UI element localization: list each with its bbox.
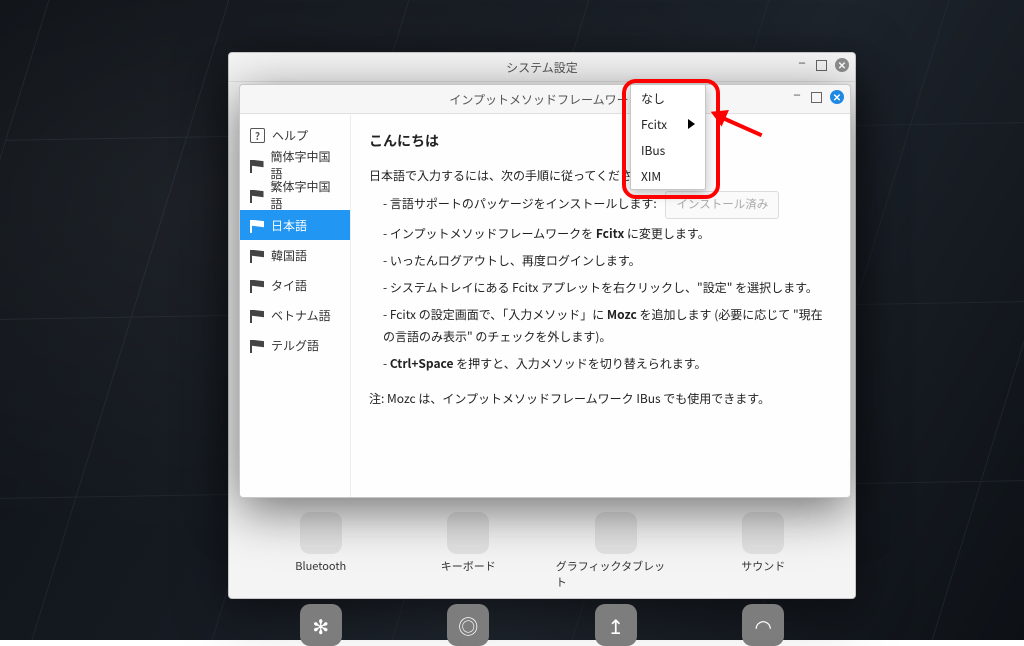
content-note: 注: Mozc は、インプットメソッドフレームワーク IBus でも使用できます… — [369, 388, 832, 411]
settings-tile-sound[interactable]: サウンド — [703, 512, 823, 590]
tile-label: グラフィックタブレット — [556, 558, 676, 590]
input-method-window: インプットメソッドフレームワーク – ✕ ? ヘルプ 簡体字中国語 繁体字中国語… — [239, 84, 851, 498]
tile-label: Bluetooth — [295, 558, 346, 574]
minimize-button[interactable]: – — [796, 56, 808, 68]
step-5: - Fcitx の設定画面で、「入力メソッド」に Mozc を追加します (必要… — [383, 304, 832, 350]
submenu-indicator-icon — [688, 119, 695, 129]
dropdown-item-xim[interactable]: XIM — [631, 163, 705, 189]
settings-titlebar: システム設定 – ✕ — [229, 53, 855, 82]
step-1: - 言語サポートのパッケージをインストールします: インストール済み — [383, 191, 832, 219]
sidebar-item-label: テルグ語 — [271, 337, 319, 354]
step-2: - インプットメソッドフレームワークを Fcitx に変更します。 — [383, 223, 832, 246]
bluetooth-icon — [300, 512, 342, 554]
sidebar-item-te[interactable]: テルグ語 — [240, 330, 350, 360]
flag-icon — [250, 340, 264, 351]
flag-icon — [250, 250, 264, 261]
tile-label: サウンド — [741, 558, 785, 574]
maximize-button[interactable] — [816, 60, 827, 71]
sidebar-item-ko[interactable]: 韓国語 — [240, 240, 350, 270]
settings-tile-bluetooth[interactable]: Bluetooth — [261, 512, 381, 590]
minimize-button[interactable]: – — [791, 88, 803, 100]
dropdown-item-fcitx[interactable]: Fcitx — [631, 111, 705, 137]
sidebar-item-zh-cn[interactable]: 簡体字中国語 — [240, 150, 350, 180]
sidebar-item-label: 繁体字中国語 — [271, 178, 340, 212]
dropdown-label: IBus — [641, 142, 665, 159]
content-intro: 日本語で入力するには、次の手順に従ってください: — [369, 165, 832, 188]
sound-icon — [742, 512, 784, 554]
im-title: インプットメソッドフレームワーク — [449, 91, 640, 108]
step-4: - システムトレイにある Fcitx アプレットを右クリックし、"設定" を選択… — [383, 277, 832, 300]
keyboard-icon — [447, 512, 489, 554]
step-6: - Ctrl+Space を押すと、入力メソッドを切り替えられます。 — [383, 353, 832, 376]
flag-icon — [250, 160, 264, 171]
dropdown-label: XIM — [641, 168, 661, 185]
tile-label: キーボード — [441, 558, 496, 574]
sidebar-item-label: ベトナム語 — [271, 307, 331, 324]
sidebar-item-help[interactable]: ? ヘルプ — [240, 120, 350, 150]
dropdown-label: Fcitx — [641, 116, 667, 133]
sidebar-item-zh-tw[interactable]: 繁体字中国語 — [240, 180, 350, 210]
sidebar-item-ja[interactable]: 日本語 — [240, 210, 350, 240]
sidebar-item-label: タイ語 — [271, 277, 307, 294]
sidebar-item-label: 日本語 — [271, 217, 307, 234]
im-titlebar: インプットメソッドフレームワーク – ✕ — [240, 85, 850, 114]
language-sidebar: ? ヘルプ 簡体字中国語 繁体字中国語 日本語 韓国語 タイ語 — [240, 114, 351, 497]
flag-icon — [250, 190, 264, 201]
install-status-button[interactable]: インストール済み — [665, 191, 779, 219]
content-heading: こんにちは — [369, 128, 832, 155]
sidebar-item-vi[interactable]: ベトナム語 — [240, 300, 350, 330]
settings-tile-tablet[interactable]: グラフィックタブレット — [556, 512, 676, 590]
maximize-button[interactable] — [811, 92, 822, 103]
sidebar-item-label: 簡体字中国語 — [271, 148, 340, 182]
close-button[interactable]: ✕ — [835, 58, 849, 72]
dropdown-item-ibus[interactable]: IBus — [631, 137, 705, 163]
tablet-icon — [595, 512, 637, 554]
settings-tile-keyboard[interactable]: キーボード — [408, 512, 528, 590]
dropdown-label: なし — [641, 90, 665, 107]
framework-dropdown[interactable]: なし Fcitx IBus XIM — [630, 84, 706, 190]
close-button[interactable]: ✕ — [830, 90, 844, 104]
flag-icon — [250, 280, 264, 291]
instructions-content: こんにちは 日本語で入力するには、次の手順に従ってください: - 言語サポートの… — [351, 114, 850, 497]
flag-icon — [250, 310, 264, 321]
help-icon: ? — [250, 128, 265, 143]
sidebar-item-th[interactable]: タイ語 — [240, 270, 350, 300]
settings-title: システム設定 — [506, 59, 578, 76]
dropdown-item-none[interactable]: なし — [631, 85, 705, 111]
step-3: - いったんログアウトし、再度ログインします。 — [383, 250, 832, 273]
sidebar-item-label: ヘルプ — [272, 127, 308, 144]
flag-icon — [250, 220, 264, 231]
settings-tile-row: Bluetooth キーボード グラフィックタブレット サウンド — [229, 512, 855, 590]
sidebar-item-label: 韓国語 — [271, 247, 307, 264]
